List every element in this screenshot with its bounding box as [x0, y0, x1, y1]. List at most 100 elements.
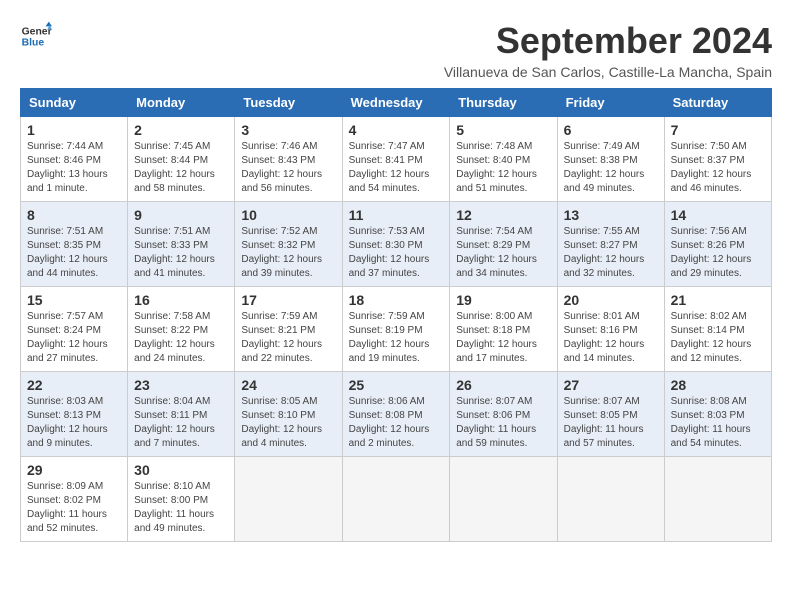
table-row: 11Sunrise: 7:53 AMSunset: 8:30 PMDayligh…: [342, 202, 450, 287]
header: General Blue September 2024 Villanueva d…: [20, 20, 772, 80]
daylight-text: Daylight: 12 hours and 2 minutes.: [349, 424, 430, 449]
day-number: 28: [671, 377, 765, 393]
sunrise-text: Sunrise: 7:57 AM: [27, 311, 103, 322]
daylight-text: Daylight: 12 hours and 37 minutes.: [349, 254, 430, 279]
sunrise-text: Sunrise: 8:07 AM: [456, 396, 532, 407]
daylight-text: Daylight: 11 hours and 49 minutes.: [134, 509, 214, 534]
daylight-text: Daylight: 12 hours and 34 minutes.: [456, 254, 537, 279]
sunset-text: Sunset: 8:40 PM: [456, 155, 530, 166]
sunrise-text: Sunrise: 8:02 AM: [671, 311, 747, 322]
day-number: 24: [241, 377, 335, 393]
day-number: 8: [27, 207, 121, 223]
table-row: 4Sunrise: 7:47 AMSunset: 8:41 PMDaylight…: [342, 117, 450, 202]
calendar-week-row: 22 Sunrise: 8:03 AM Sunset: 8:13 PM Dayligh…: [21, 372, 772, 457]
day-info: Sunrise: 7:58 AMSunset: 8:22 PMDaylight:…: [134, 310, 228, 366]
calendar-week-row: 8Sunrise: 7:51 AMSunset: 8:35 PMDaylight…: [21, 202, 772, 287]
table-row: [664, 457, 771, 542]
sunrise-text: Sunrise: 7:49 AM: [564, 141, 640, 152]
table-row: 18 Sunrise: 7:59 AMSunset: 8:19 PMDayligh…: [342, 287, 450, 372]
sunset-text: Sunset: 8:06 PM: [456, 410, 530, 421]
logo-icon: General Blue: [20, 20, 52, 52]
header-saturday: Saturday: [664, 89, 771, 117]
sunset-text: Sunset: 8:37 PM: [671, 155, 745, 166]
sunrise-text: Sunrise: 8:03 AM: [27, 396, 103, 407]
day-number: 21: [671, 292, 765, 308]
daylight-text: Daylight: 12 hours and 7 minutes.: [134, 424, 215, 449]
day-number: 12: [456, 207, 550, 223]
daylight-text: Daylight: 12 hours and 58 minutes.: [134, 169, 215, 194]
day-number: 30: [134, 462, 228, 478]
daylight-text: Daylight: 12 hours and 51 minutes.: [456, 169, 537, 194]
sunrise-text: Sunrise: 8:10 AM: [134, 481, 210, 492]
sunset-text: Sunset: 8:26 PM: [671, 240, 745, 251]
table-row: 26 Sunrise: 8:07 AM Sunset: 8:06 PM Dayligh…: [450, 372, 557, 457]
daylight-text: Daylight: 12 hours and 4 minutes.: [241, 424, 322, 449]
calendar-week-row: 1 Sunrise: 7:44 AMSunset: 8:46 PMDaylight…: [21, 117, 772, 202]
day-number: 20: [564, 292, 658, 308]
sunset-text: Sunset: 8:02 PM: [27, 495, 101, 506]
sunrise-text: Sunrise: 7:47 AM: [349, 141, 425, 152]
day-number: 10: [241, 207, 335, 223]
daylight-text: Daylight: 11 hours and 59 minutes.: [456, 424, 536, 449]
sunset-text: Sunset: 8:24 PM: [27, 325, 101, 336]
day-number: 16: [134, 292, 228, 308]
svg-text:Blue: Blue: [22, 38, 45, 49]
day-number: 3: [241, 122, 335, 138]
day-number: 5: [456, 122, 550, 138]
table-row: 23Sunrise: 8:04 AMSunset: 8:11 PMDayligh…: [128, 372, 235, 457]
day-info: Sunrise: 8:09 AMSunset: 8:02 PMDaylight:…: [27, 480, 121, 536]
day-info: Sunrise: 8:10 AMSunset: 8:00 PMDaylight:…: [134, 480, 228, 536]
sunrise-text: Sunrise: 7:59 AM: [349, 311, 425, 322]
day-info: Sunrise: 8:07 AM Sunset: 8:06 PM Daylight:…: [456, 395, 550, 451]
sunset-text: Sunset: 8:29 PM: [456, 240, 530, 251]
day-number: 14: [671, 207, 765, 223]
sunrise-text: Sunrise: 7:54 AM: [456, 226, 532, 237]
day-info: Sunrise: 7:59 AMSunset: 8:19 PMDaylight:…: [349, 310, 444, 366]
day-number: 19: [456, 292, 550, 308]
sunrise-text: Sunrise: 8:06 AM: [349, 396, 425, 407]
day-number: 2: [134, 122, 228, 138]
table-row: 1 Sunrise: 7:44 AMSunset: 8:46 PMDaylight…: [21, 117, 128, 202]
sunset-text: Sunset: 8:13 PM: [27, 410, 101, 421]
day-number: 15: [27, 292, 121, 308]
table-row: 21Sunrise: 8:02 AMSunset: 8:14 PMDayligh…: [664, 287, 771, 372]
table-row: 16 Sunrise: 7:58 AMSunset: 8:22 PMDayligh…: [128, 287, 235, 372]
day-number: 23: [134, 377, 228, 393]
daylight-text: Daylight: 12 hours and 29 minutes.: [671, 254, 752, 279]
day-number: 11: [349, 207, 444, 223]
table-row: 7Sunrise: 7:50 AMSunset: 8:37 PMDaylight…: [664, 117, 771, 202]
header-tuesday: Tuesday: [235, 89, 342, 117]
table-row: 22Sunrise: 8:03 AMSunset: 8:13 PMDayligh…: [21, 372, 128, 457]
daylight-text: Daylight: 12 hours and 54 minutes.: [349, 169, 430, 194]
day-info: Sunrise: 7:44 AMSunset: 8:46 PMDaylight:…: [27, 140, 121, 196]
month-title: September 2024: [444, 20, 772, 62]
header-sunday: Sunday: [21, 89, 128, 117]
sunrise-text: Sunrise: 7:56 AM: [671, 226, 747, 237]
sunset-text: Sunset: 8:22 PM: [134, 325, 208, 336]
table-row: 20Sunrise: 8:01 AMSunset: 8:16 PMDayligh…: [557, 287, 664, 372]
day-info: Sunrise: 7:52 AMSunset: 8:32 PMDaylight:…: [241, 225, 335, 281]
day-number: 22: [27, 377, 121, 393]
sunset-text: Sunset: 8:38 PM: [564, 155, 638, 166]
sunrise-text: Sunrise: 8:01 AM: [564, 311, 640, 322]
sunset-text: Sunset: 8:08 PM: [349, 410, 423, 421]
header-monday: Monday: [128, 89, 235, 117]
table-row: 15Sunrise: 7:57 AMSunset: 8:24 PMDayligh…: [21, 287, 128, 372]
day-info: Sunrise: 7:46 AMSunset: 8:43 PMDaylight:…: [241, 140, 335, 196]
sunset-text: Sunset: 8:18 PM: [456, 325, 530, 336]
daylight-text: Daylight: 12 hours and 44 minutes.: [27, 254, 108, 279]
day-number: 27: [564, 377, 658, 393]
day-number: 1: [27, 122, 121, 138]
sunrise-text: Sunrise: 7:44 AM: [27, 141, 103, 152]
table-row: 25Sunrise: 8:06 AMSunset: 8:08 PMDayligh…: [342, 372, 450, 457]
day-info: Sunrise: 8:06 AM Sunset: 8:08 PM Daylight:…: [349, 395, 444, 451]
day-info: Sunrise: 8:03 AMSunset: 8:13 PMDaylight:…: [27, 395, 121, 451]
day-number: 26: [456, 377, 550, 393]
day-info: Sunrise: 7:49 AMSunset: 8:38 PMDaylight:…: [564, 140, 658, 196]
table-row: 28 Sunrise: 8:08 AMSunset: 8:03 PMDayligh…: [664, 372, 771, 457]
table-row: 24Sunrise: 8:05 AMSunset: 8:10 PMDayligh…: [235, 372, 342, 457]
day-number: 17: [241, 292, 335, 308]
day-info: Sunrise: 8:08 AMSunset: 8:03 PMDaylight:…: [671, 395, 765, 451]
day-number: 18: [349, 292, 444, 308]
day-info: Sunrise: 7:45 AMSunset: 8:44 PMDaylight:…: [134, 140, 228, 196]
